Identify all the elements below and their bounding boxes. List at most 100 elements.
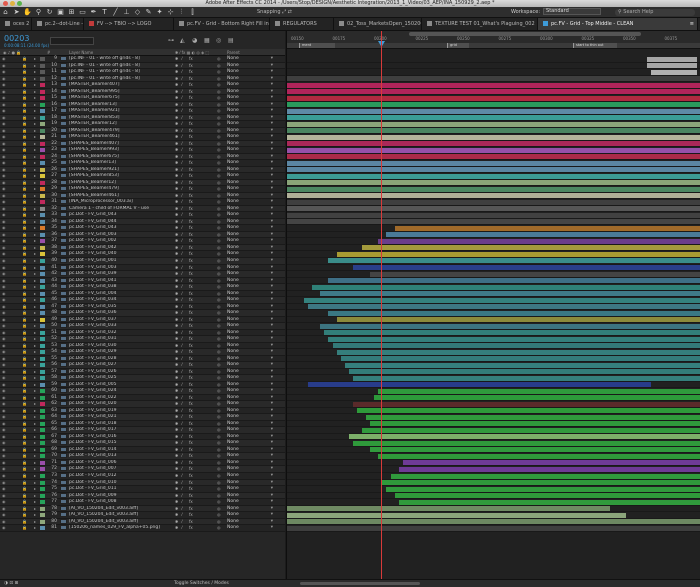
- timeline-zoom-slider[interactable]: [300, 582, 420, 585]
- label-color-swatch[interactable]: [40, 487, 45, 492]
- effects-switch-icon[interactable]: fx: [189, 421, 193, 427]
- layer-name[interactable]: pc.Dot - FV_Grid_014: [69, 447, 172, 453]
- label-color-swatch[interactable]: [40, 415, 45, 420]
- effects-switch-icon[interactable]: fx: [189, 245, 193, 251]
- parent-dropdown[interactable]: None: [227, 147, 277, 153]
- parent-dropdown[interactable]: None: [227, 336, 277, 342]
- lock-icon[interactable]: 🔒: [22, 356, 27, 362]
- label-color-swatch[interactable]: [40, 76, 45, 81]
- parent-dropdown[interactable]: None: [227, 427, 277, 433]
- search-help-input[interactable]: ⚲ Search Help: [615, 9, 695, 16]
- expand-twirl-icon[interactable]: ▸: [34, 440, 36, 446]
- layer-switches-icon[interactable]: ✱ ⁄: [175, 447, 183, 453]
- layer-duration-bar[interactable]: [307, 304, 700, 310]
- layer-name[interactable]: pc.Dot - FV_Grid_008: [69, 499, 172, 505]
- layer-duration-bar[interactable]: [357, 408, 700, 414]
- clone-tool-icon[interactable]: ⊥: [121, 8, 132, 17]
- lock-icon[interactable]: 🔒: [22, 134, 27, 140]
- label-color-swatch[interactable]: [40, 122, 45, 127]
- layer-name[interactable]: [MASTER_Beamer407]: [69, 82, 172, 88]
- layer-duration-bar[interactable]: [287, 108, 700, 114]
- hand-tool-icon[interactable]: ✋: [22, 8, 33, 17]
- layer-switches-icon[interactable]: ✱ ⁄: [175, 76, 183, 82]
- parent-dropdown[interactable]: None: [227, 238, 277, 244]
- parent-dropdown[interactable]: None: [227, 369, 277, 375]
- layer-duration-bar[interactable]: [328, 310, 700, 316]
- parent-dropdown[interactable]: None: [227, 108, 277, 114]
- parent-pickwhip-icon[interactable]: ◎: [217, 382, 221, 388]
- video-visibility-icon[interactable]: ◉: [2, 343, 7, 349]
- video-visibility-icon[interactable]: ◉: [2, 225, 7, 231]
- expand-twirl-icon[interactable]: ▸: [34, 134, 36, 140]
- label-color-swatch[interactable]: [40, 141, 45, 146]
- effects-switch-icon[interactable]: fx: [189, 375, 193, 381]
- lock-icon[interactable]: 🔒: [22, 369, 27, 375]
- effects-switch-icon[interactable]: fx: [189, 460, 193, 466]
- lock-icon[interactable]: 🔒: [22, 349, 27, 355]
- layer-name[interactable]: pc.Dot - FV_Grid_028: [69, 356, 172, 362]
- expand-twirl-icon[interactable]: ▸: [34, 460, 36, 466]
- lock-icon[interactable]: 🔒: [22, 395, 27, 401]
- expand-twirl-icon[interactable]: ▸: [34, 382, 36, 388]
- lock-icon[interactable]: 🔒: [22, 440, 27, 446]
- layer-switches-icon[interactable]: ✱ ⁄: [175, 89, 183, 95]
- layer-name[interactable]: pc.Dot - FV_Grid_011: [69, 486, 172, 492]
- video-visibility-icon[interactable]: ◉: [2, 323, 7, 329]
- lock-icon[interactable]: 🔒: [22, 56, 27, 62]
- parent-dropdown[interactable]: None: [227, 362, 277, 368]
- lock-icon[interactable]: 🔒: [22, 278, 27, 284]
- expand-twirl-icon[interactable]: ▸: [34, 186, 36, 192]
- time-ruler[interactable]: 0015000175002000022500250002750030000325…: [287, 31, 700, 49]
- parent-pickwhip-icon[interactable]: ◎: [217, 128, 221, 134]
- label-color-swatch[interactable]: [40, 382, 45, 387]
- parent-pickwhip-icon[interactable]: ◎: [217, 525, 221, 531]
- expand-twirl-icon[interactable]: ▸: [34, 447, 36, 453]
- parent-dropdown[interactable]: None: [227, 519, 277, 525]
- expand-twirl-icon[interactable]: ▸: [34, 356, 36, 362]
- parent-pickwhip-icon[interactable]: ◎: [217, 427, 221, 433]
- parent-dropdown[interactable]: None: [227, 265, 277, 271]
- lock-icon[interactable]: 🔒: [22, 519, 27, 525]
- toggle-switches-modes-button[interactable]: Toggle Switches / Modes: [174, 580, 229, 587]
- expand-twirl-icon[interactable]: ▸: [34, 258, 36, 264]
- layer-duration-bar[interactable]: [390, 473, 700, 479]
- effects-switch-icon[interactable]: fx: [189, 271, 193, 277]
- layer-name[interactable]: pc.Dot - FV_Grid_038: [69, 284, 172, 290]
- pen-tool-icon[interactable]: ✒: [88, 8, 99, 17]
- effects-switch-icon[interactable]: fx: [189, 330, 193, 336]
- parent-dropdown[interactable]: None: [227, 291, 277, 297]
- video-visibility-icon[interactable]: ◉: [2, 76, 7, 82]
- layer-switches-icon[interactable]: ✱ ⁄: [175, 349, 183, 355]
- effects-switch-icon[interactable]: fx: [189, 447, 193, 453]
- parent-dropdown[interactable]: None: [227, 310, 277, 316]
- layer-switches-icon[interactable]: ✱ ⁄: [175, 141, 183, 147]
- video-visibility-icon[interactable]: ◉: [2, 421, 7, 427]
- time-navigator[interactable]: [409, 32, 641, 36]
- effects-switch-icon[interactable]: fx: [189, 506, 193, 512]
- parent-dropdown[interactable]: None: [227, 447, 277, 453]
- layer-name[interactable]: [SHAPES_Beamer13]: [69, 160, 172, 166]
- layer-name[interactable]: pc.Dot - FV_Grid_025: [69, 375, 172, 381]
- lock-icon[interactable]: 🔒: [22, 180, 27, 186]
- lock-icon[interactable]: 🔒: [22, 486, 27, 492]
- parent-pickwhip-icon[interactable]: ◎: [217, 499, 221, 505]
- effects-switch-icon[interactable]: fx: [189, 388, 193, 394]
- parent-pickwhip-icon[interactable]: ◎: [217, 408, 221, 414]
- parent-pickwhip-icon[interactable]: ◎: [217, 245, 221, 251]
- layer-switches-icon[interactable]: ✱ ⁄: [175, 473, 183, 479]
- layer-switches-icon[interactable]: ✱ ⁄: [175, 362, 183, 368]
- label-color-swatch[interactable]: [40, 474, 45, 478]
- video-visibility-icon[interactable]: ◉: [2, 173, 7, 179]
- draft-3d-icon[interactable]: ◭: [180, 37, 186, 44]
- layer-switches-icon[interactable]: ✱ ⁄: [175, 297, 183, 303]
- lock-icon[interactable]: 🔒: [22, 460, 27, 466]
- video-visibility-icon[interactable]: ◉: [2, 388, 7, 394]
- video-visibility-icon[interactable]: ◉: [2, 382, 7, 388]
- layer-duration-bar[interactable]: [287, 212, 700, 218]
- label-color-swatch[interactable]: [40, 447, 45, 452]
- label-color-swatch[interactable]: [40, 83, 45, 88]
- layer-name[interactable]: [SHAPES_Beamer479]: [69, 186, 172, 192]
- video-visibility-icon[interactable]: ◉: [2, 108, 7, 114]
- parent-pickwhip-icon[interactable]: ◎: [217, 388, 221, 394]
- parent-dropdown[interactable]: None: [227, 95, 277, 101]
